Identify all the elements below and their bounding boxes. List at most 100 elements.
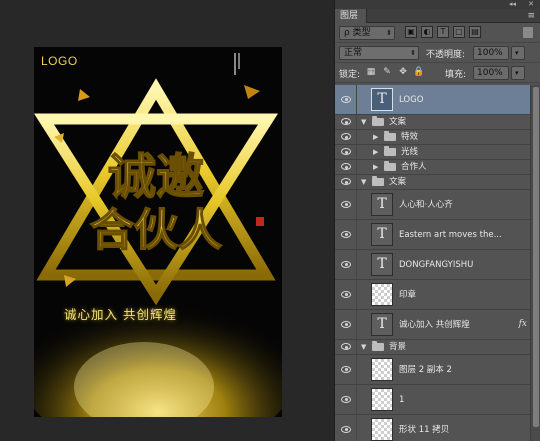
layers-panel: ◂◂ ✕ 图层 ≡ ρ 类型 ⬍ ▣ ◐ T ▢ ▤ 正常 ⬍ 不透明度: 10… bbox=[334, 0, 540, 441]
layer-name: 1 bbox=[399, 394, 405, 405]
layer-group-row[interactable]: ▶ 特效 bbox=[335, 130, 531, 145]
layer-name: 人心和·人心齐 bbox=[399, 199, 453, 210]
collapse-panel-icon[interactable]: ◂◂ bbox=[509, 0, 516, 9]
layer-group-row[interactable]: ▼ 文案 bbox=[335, 175, 531, 190]
eye-icon bbox=[341, 230, 351, 238]
visibility-toggle[interactable] bbox=[335, 220, 357, 249]
panel-title-bar: ◂◂ ✕ bbox=[335, 0, 540, 9]
eye-icon bbox=[341, 118, 351, 125]
layers-scrollbar[interactable] bbox=[530, 85, 540, 441]
panel-tab-bar: 图层 ≡ bbox=[335, 9, 540, 23]
eye-icon bbox=[341, 163, 351, 170]
layer-row[interactable]: T 诚心加入 共创辉煌 fx bbox=[335, 310, 531, 340]
lock-image-pixels-icon[interactable]: ✎ bbox=[381, 67, 393, 78]
eye-icon bbox=[341, 200, 351, 208]
fill-value: 100% bbox=[477, 68, 503, 78]
text-layer-icon: T bbox=[371, 88, 393, 111]
layer-name: Eastern art moves the... bbox=[399, 229, 502, 240]
folder-icon bbox=[372, 116, 384, 126]
layer-name: LOGO bbox=[399, 94, 424, 105]
collapsed-arrow-icon[interactable]: ▶ bbox=[373, 133, 378, 141]
layer-group-row[interactable]: ▼ 文案 bbox=[335, 115, 531, 130]
collapsed-arrow-icon[interactable]: ▶ bbox=[373, 163, 378, 171]
folder-icon bbox=[384, 131, 396, 141]
panel-menu-icon[interactable]: ≡ bbox=[527, 11, 535, 21]
image-filter-icon[interactable]: ▣ bbox=[405, 26, 417, 38]
shape-filter-icon[interactable]: ▢ bbox=[453, 26, 465, 38]
folder-icon bbox=[384, 161, 396, 171]
eye-icon bbox=[341, 343, 351, 350]
layer-row[interactable]: T DONGFANGYISHU bbox=[335, 250, 531, 280]
lock-all-icon[interactable]: 🔒 bbox=[413, 67, 425, 78]
visibility-toggle[interactable] bbox=[335, 280, 357, 309]
layer-group-row[interactable]: ▶ 光线 bbox=[335, 145, 531, 160]
eye-icon bbox=[341, 320, 351, 328]
chevron-updown-icon: ⬍ bbox=[386, 29, 392, 37]
expanded-arrow-icon[interactable]: ▼ bbox=[361, 343, 366, 351]
blend-row: 正常 ⬍ 不透明度: 100% ▾ bbox=[335, 43, 540, 63]
type-filter-icon[interactable]: T bbox=[437, 26, 449, 38]
layer-row[interactable]: 印章 bbox=[335, 280, 531, 310]
eye-icon bbox=[341, 365, 351, 373]
layer-name: 印章 bbox=[399, 289, 417, 300]
visibility-toggle[interactable] bbox=[335, 190, 357, 219]
fill-input[interactable]: 100% bbox=[473, 66, 509, 80]
layer-group-name: 光线 bbox=[401, 147, 419, 157]
lock-transparent-pixels-icon[interactable]: ▦ bbox=[365, 67, 377, 78]
visibility-toggle[interactable] bbox=[335, 175, 357, 189]
collapsed-arrow-icon[interactable]: ▶ bbox=[373, 148, 378, 156]
poster-artboard[interactable]: 诚邀 合伙人 LOGO 诚心加入 共创辉煌 bbox=[34, 47, 282, 417]
layers-list: T LOGO ▼ 文案 ▶ 特效 ▶ 光线 ▶ 合作人 ▼ 文案 T 人心和·人心齐 T Eastern ar… bbox=[335, 85, 531, 441]
visibility-toggle[interactable] bbox=[335, 415, 357, 441]
visibility-toggle[interactable] bbox=[335, 340, 357, 354]
fill-label: 填充: bbox=[445, 70, 467, 80]
visibility-toggle[interactable] bbox=[335, 385, 357, 414]
expanded-arrow-icon[interactable]: ▼ bbox=[361, 178, 366, 186]
tab-layers[interactable]: 图层 bbox=[335, 9, 367, 23]
layer-row[interactable]: 图层 2 副本 2 bbox=[335, 355, 531, 385]
visibility-toggle[interactable] bbox=[335, 115, 357, 129]
visibility-toggle[interactable] bbox=[335, 310, 357, 339]
eye-icon bbox=[341, 133, 351, 140]
visibility-toggle[interactable] bbox=[335, 145, 357, 159]
chevron-updown-icon: ⬍ bbox=[410, 49, 416, 57]
layer-row[interactable]: 形状 11 拷贝 bbox=[335, 415, 531, 441]
filter-toggle-switch[interactable] bbox=[523, 27, 533, 38]
visibility-toggle[interactable] bbox=[335, 85, 357, 114]
visibility-toggle[interactable] bbox=[335, 130, 357, 144]
layer-row[interactable]: T 人心和·人心齐 bbox=[335, 190, 531, 220]
layer-group-row[interactable]: ▼ 背景 bbox=[335, 340, 531, 355]
blend-mode-select[interactable]: 正常 ⬍ bbox=[339, 46, 419, 60]
lock-position-icon[interactable]: ✥ bbox=[397, 67, 409, 78]
layer-row[interactable]: T LOGO bbox=[335, 85, 531, 115]
expanded-arrow-icon[interactable]: ▼ bbox=[361, 118, 366, 126]
poster-title-layer: 诚邀 合伙人 bbox=[89, 148, 223, 257]
text-layer-icon: T bbox=[371, 313, 393, 336]
layer-group-name: 特效 bbox=[401, 132, 419, 142]
close-panel-icon[interactable]: ✕ bbox=[528, 0, 534, 9]
eye-icon bbox=[341, 425, 351, 433]
fill-dropdown-button[interactable]: ▾ bbox=[511, 66, 525, 80]
layer-group-row[interactable]: ▶ 合作人 bbox=[335, 160, 531, 175]
layer-name: 形状 11 拷贝 bbox=[399, 424, 450, 435]
visibility-toggle[interactable] bbox=[335, 355, 357, 384]
adjustment-filter-icon[interactable]: ◐ bbox=[421, 26, 433, 38]
eye-icon bbox=[341, 178, 351, 185]
visibility-toggle[interactable] bbox=[335, 160, 357, 174]
eye-icon bbox=[341, 148, 351, 155]
opacity-dropdown-button[interactable]: ▾ bbox=[511, 46, 525, 60]
layer-group-name: 背景 bbox=[389, 342, 407, 352]
opacity-input[interactable]: 100% bbox=[473, 46, 509, 60]
layer-effects-icon[interactable]: fx bbox=[519, 319, 527, 329]
smart-object-filter-icon[interactable]: ▤ bbox=[469, 26, 481, 38]
layer-group-name: 合作人 bbox=[401, 162, 427, 172]
layers-scrollbar-thumb[interactable] bbox=[533, 87, 539, 427]
document-canvas-area[interactable]: 诚邀 合伙人 LOGO 诚心加入 共创辉煌 bbox=[0, 0, 334, 441]
folder-icon bbox=[384, 146, 396, 156]
layer-row[interactable]: 1 bbox=[335, 385, 531, 415]
filter-kind-select[interactable]: ρ 类型 ⬍ bbox=[339, 26, 395, 40]
opacity-label: 不透明度: bbox=[426, 50, 466, 60]
layer-filter-row: ρ 类型 ⬍ ▣ ◐ T ▢ ▤ bbox=[335, 23, 540, 43]
visibility-toggle[interactable] bbox=[335, 250, 357, 279]
layer-row[interactable]: T Eastern art moves the... bbox=[335, 220, 531, 250]
